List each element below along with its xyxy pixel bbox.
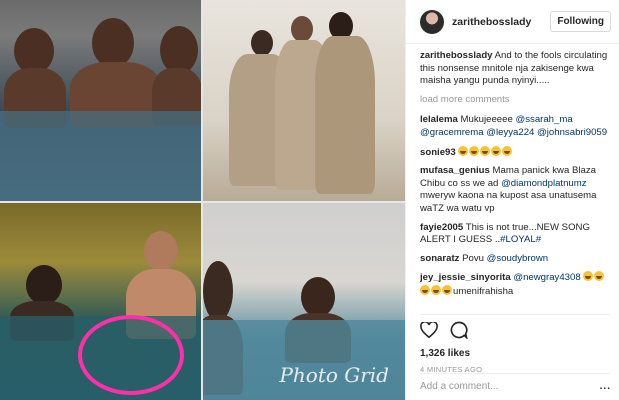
comment-mention[interactable]: @diamondplatnumz bbox=[501, 178, 586, 189]
post-actions: 1,326 likes 4 MINUTES AGO bbox=[420, 314, 611, 374]
comment-username[interactable]: lelalema bbox=[420, 114, 458, 125]
emoji-icon bbox=[420, 284, 430, 295]
list-item: mufasa_genius Mama panick kwa Blaza Chib… bbox=[420, 165, 613, 215]
comment-username[interactable]: sonaratz bbox=[420, 253, 459, 264]
heart-icon[interactable] bbox=[420, 320, 438, 343]
caption-username[interactable]: zarithebosslady bbox=[420, 50, 493, 61]
list-item: sonie93 bbox=[420, 145, 613, 160]
photo-pool-three-people bbox=[0, 0, 201, 201]
load-more-comments-link[interactable]: load more comments bbox=[420, 94, 613, 107]
list-item: fayie2005 This is not true...NEW SONG AL… bbox=[420, 222, 613, 247]
emoji-icon bbox=[594, 271, 605, 282]
post-details-panel: zarithebosslady Following zarithebosslad… bbox=[405, 0, 619, 400]
add-comment-placeholder[interactable]: Add a comment... bbox=[420, 381, 498, 392]
comment-hashtag[interactable]: #LOYAL# bbox=[500, 234, 541, 245]
comment-mention[interactable]: @newgray4308 bbox=[513, 272, 580, 283]
comment-username[interactable]: jey_jessie_sinyorita bbox=[420, 272, 511, 283]
comment-username[interactable]: sonie93 bbox=[420, 147, 456, 158]
photo-pool-couple-circled bbox=[0, 203, 201, 400]
photo-three-women-robes bbox=[203, 0, 405, 201]
comments-list: zarithebosslady And to the fools circula… bbox=[420, 50, 613, 305]
list-item: sonaratz Povu @soudybrown bbox=[420, 253, 613, 266]
post-header: zarithebosslady Following bbox=[406, 0, 619, 44]
emoji-icon bbox=[431, 284, 441, 295]
emoji-icon bbox=[458, 145, 469, 156]
post-photo-collage[interactable]: Photo Grid bbox=[0, 0, 405, 400]
emoji-icon bbox=[491, 145, 502, 156]
list-item: lelalema Mukujeeeee @ssarah_ma @gracemre… bbox=[420, 114, 613, 139]
profile-avatar[interactable] bbox=[420, 9, 444, 34]
following-button[interactable]: Following bbox=[550, 11, 611, 32]
comment-text-continued: mweryw kaona na kupost asa unatusema waT… bbox=[420, 190, 597, 214]
highlight-circle bbox=[78, 315, 184, 395]
comment-mention[interactable]: @soudybrown bbox=[487, 253, 548, 264]
comment-text: Povu bbox=[459, 252, 487, 264]
comment-username[interactable]: fayie2005 bbox=[420, 222, 463, 233]
emoji-icon bbox=[583, 271, 594, 282]
post-username[interactable]: zarithebosslady bbox=[452, 16, 550, 28]
emoji-icon bbox=[469, 145, 480, 156]
emoji-icon bbox=[480, 145, 491, 156]
comment-text: Mukujeeeee bbox=[457, 114, 516, 126]
comment-username[interactable]: mufasa_genius bbox=[420, 165, 490, 176]
photo-pool-two-people: Photo Grid bbox=[203, 203, 405, 400]
more-options-icon[interactable]: ... bbox=[600, 381, 611, 392]
emoji-icons bbox=[458, 145, 513, 158]
comment-text: umenifrahisha bbox=[453, 285, 514, 297]
add-comment-field[interactable]: Add a comment... ... bbox=[420, 373, 611, 392]
emoji-icon bbox=[502, 145, 513, 156]
likes-count[interactable]: 1,326 likes bbox=[420, 348, 611, 359]
emoji-icon bbox=[442, 284, 452, 295]
list-item: jey_jessie_sinyorita @newgray4308 umenif… bbox=[420, 271, 613, 298]
comment-icon[interactable] bbox=[450, 321, 468, 344]
photo-grid-watermark: Photo Grid bbox=[279, 363, 389, 387]
caption: zarithebosslady And to the fools circula… bbox=[420, 50, 613, 88]
